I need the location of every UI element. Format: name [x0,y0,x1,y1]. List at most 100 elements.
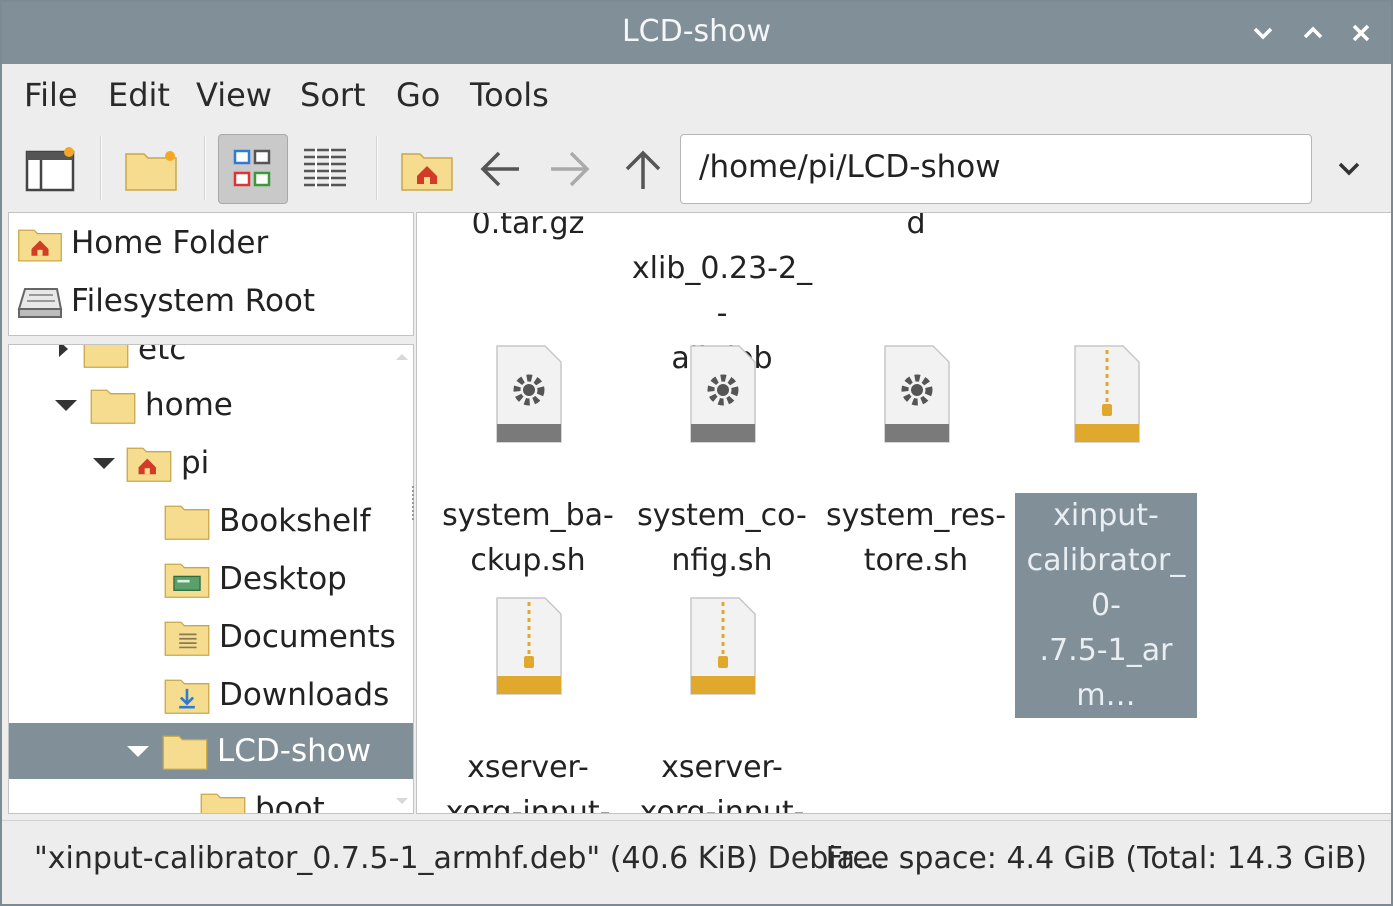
new-window-button[interactable] [16,134,86,204]
archive-file-icon [1074,345,1140,443]
tree-node-label: Downloads [219,677,390,713]
file-item[interactable]: xserver- xorg-input- evdev_1%3… [627,551,817,814]
menu-bar: File Edit View Sort Go Tools [2,64,1391,128]
forward-button[interactable] [536,134,606,204]
arrow-up-icon [625,150,661,189]
script-file-icon [884,345,950,443]
file-name: xserver- xorg-input- evdev_1%3… [639,750,805,814]
arrow-right-icon [551,151,590,187]
maximize-button[interactable] [1296,16,1330,50]
drive-icon [17,288,63,318]
expander-expanded-icon[interactable] [127,745,149,757]
new-folder-button[interactable] [116,134,186,204]
tree-node-label: home [145,387,233,423]
home-button[interactable] [392,134,462,204]
close-button[interactable] [1344,16,1378,50]
tree-node-label: etc [138,344,187,367]
free-space-status: Free space: 4.4 GiB (Total: 14.3 GiB) [825,841,1367,876]
tree-node-downloads[interactable]: Downloads [163,667,389,723]
expander-expanded-icon[interactable] [55,399,77,411]
location-path-input[interactable]: /home/pi/LCD-show [680,134,1312,204]
new-folder-icon [125,151,177,191]
grid-view-icon [233,149,271,187]
archive-file-icon [496,597,562,695]
file-name: xserver- xorg-input- evdev_1%3… [445,750,611,814]
file-icon-view[interactable]: 0.tar.gz xlib_0.23-2_- all.deb d system_… [416,212,1391,814]
expander-collapsed-icon[interactable] [59,345,68,357]
downloads-folder-icon [164,679,210,714]
file-name: 0.tar.gz [471,212,585,241]
minimize-button[interactable] [1246,16,1280,50]
chevron-up-icon [1303,26,1323,39]
directory-tree[interactable]: etc home pi Bookshelf Desktop Documents … [8,344,414,814]
title-bar[interactable]: LCD-show [2,2,1391,64]
file-item[interactable]: system_ba- ckup.sh [433,299,623,583]
folder-icon [164,505,210,540]
file-item[interactable]: system_co- nfig.sh [627,299,817,583]
menu-sort[interactable]: Sort [296,74,370,116]
desktop-folder-icon [164,563,210,598]
folder-icon [200,793,246,813]
toolbar-separator [100,136,102,200]
tree-node-pi[interactable]: pi [93,435,209,491]
tree-node-home[interactable]: home [55,377,233,433]
scroll-up-icon [396,354,408,360]
new-window-icon [25,147,75,192]
tree-node-documents[interactable]: Documents [163,609,396,665]
chevron-down-icon [1338,162,1360,176]
arrow-left-icon [480,151,519,187]
file-item-selected[interactable]: xinput- calibrator_0- .7.5-1_arm… [1011,299,1201,718]
tree-node-boot[interactable]: boot [199,781,325,814]
file-manager-window: LCD-show File Edit View Sort Go Tools /h… [0,0,1393,906]
places-panel: Home Folder Filesystem Root [8,212,414,336]
menu-view[interactable]: View [192,74,276,116]
scroll-down-icon [396,798,408,804]
tree-node-bookshelf[interactable]: Bookshelf [163,493,371,549]
tree-node-label: boot [255,791,325,814]
file-name: system_res- tore.sh [825,498,1007,578]
tree-node-label: LCD-show [217,733,372,769]
back-button[interactable] [464,134,534,204]
list-view-icon [304,148,346,188]
place-label: Filesystem Root [71,283,316,319]
home-folder-icon [18,229,62,262]
path-history-dropdown[interactable] [1316,134,1382,204]
file-name: xinput- calibrator_0- .7.5-1_arm… [1015,493,1197,718]
window-title: LCD-show [621,14,772,49]
tree-node-lcd-show[interactable]: LCD-show [9,723,413,779]
tree-node-label: Bookshelf [219,503,371,539]
menu-go[interactable]: Go [392,74,444,116]
chevron-down-icon [1253,27,1273,40]
toolbar-separator [204,136,206,200]
menu-edit[interactable]: Edit [104,74,174,116]
folder-icon [162,735,208,770]
selection-status: "xinput-calibrator_0.7.5-1_armhf.deb" (4… [34,841,885,876]
tree-node-label: pi [181,445,210,481]
file-item[interactable]: system_res- tore.sh [821,299,1011,583]
archive-file-icon [690,597,756,695]
documents-folder-icon [164,621,210,656]
tree-node-label: Documents [219,619,396,655]
file-item[interactable]: xserver- xorg-input- evdev_1%3… [433,551,623,814]
close-icon [1352,24,1370,42]
place-home-folder[interactable]: Home Folder [9,215,413,271]
up-button[interactable] [608,134,678,204]
expander-expanded-icon[interactable] [93,457,115,469]
place-filesystem-root[interactable]: Filesystem Root [9,273,413,329]
home-folder-icon [126,447,172,482]
tree-node-etc[interactable]: etc [59,344,187,377]
status-bar: "xinput-calibrator_0.7.5-1_armhf.deb" (4… [2,820,1391,904]
file-item-partial[interactable]: 0.tar.gz [433,212,623,246]
file-item-partial[interactable]: d [821,212,1011,246]
tree-scrollbar[interactable] [391,345,413,813]
script-file-icon [496,345,562,443]
tree-node-desktop[interactable]: Desktop [163,551,347,607]
menu-tools[interactable]: Tools [466,74,553,116]
place-label: Home Folder [71,225,269,261]
file-name: d [906,212,926,241]
menu-file[interactable]: File [20,74,82,116]
icon-view-button[interactable] [218,134,288,204]
folder-icon [90,389,136,424]
toolbar-separator [376,136,378,200]
list-view-button[interactable] [290,134,360,204]
